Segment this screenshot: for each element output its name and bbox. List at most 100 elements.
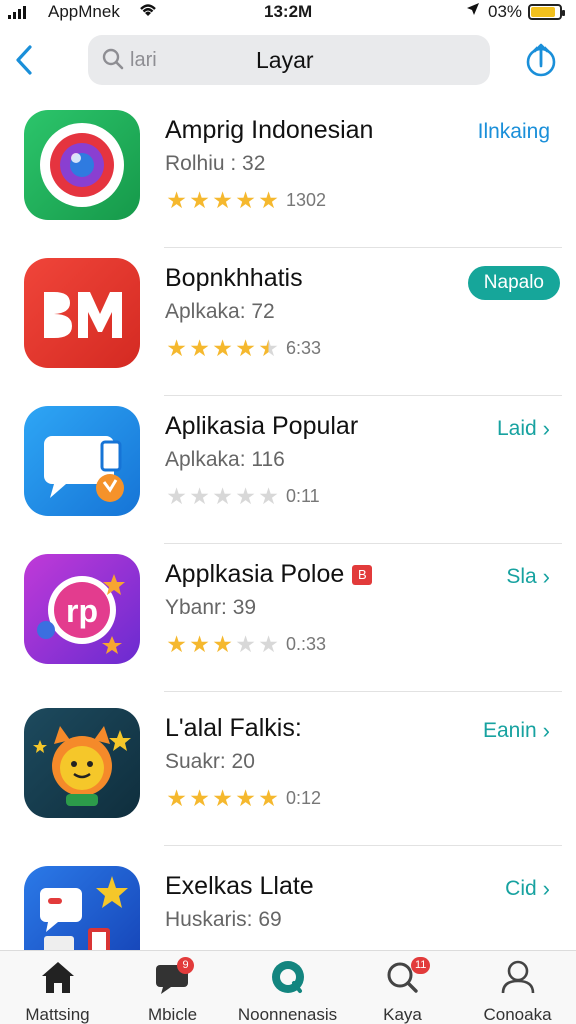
app-name: L'alal Falkis: — [165, 714, 302, 742]
star-icon: ★ — [166, 631, 187, 657]
list-item[interactable]: Bopnkhhatis Aplkaka: 72 ★ ★ ★ ★ ★ 6:33 Napalo — [0, 248, 576, 396]
list-item[interactable]: Amprig Indonesian Rolhiu : 32 ★ ★ ★ ★ ★ 1302 … — [0, 100, 576, 248]
tab-discover[interactable]: Noonnenasis — [230, 959, 345, 1024]
rating-stars: ★ ★ ★ ★ ★ 0:11 — [165, 484, 320, 508]
rp-badge-icon: rp — [24, 554, 140, 664]
notification-badge: 11 — [411, 957, 431, 974]
tab-label: Noonnenasis — [237, 1005, 338, 1024]
tab-search[interactable]: 11 Kaya — [345, 957, 460, 1024]
action-label: Napalo — [483, 272, 544, 293]
share-button[interactable] — [522, 40, 560, 80]
rating-stars: ★ ★ ★ ★ ★ 1302 — [165, 188, 326, 212]
list-item[interactable]: L'alal Falkis: Suakr: 20 ★ ★ ★ ★ ★ 0:12 Eanin… — [0, 698, 576, 846]
share-icon — [526, 42, 556, 77]
review-count: 6:33 — [286, 337, 322, 358]
app-name: Exelkas Llate — [165, 872, 314, 900]
status-bar: AppMnek 13:2M 03% — [0, 0, 576, 26]
star-icon: ★ — [166, 785, 187, 811]
star-icon: ★ — [258, 483, 279, 509]
action-label: Cid — [505, 877, 537, 900]
notification-badge: 9 — [177, 957, 194, 974]
tab-messages[interactable]: 9 Mbicle — [115, 957, 230, 1024]
rating-stars: ★ ★ ★ ★ ★ 0.:33 — [165, 632, 326, 656]
star-icon: ★ — [258, 335, 279, 361]
open-link[interactable]: Cid › — [505, 876, 550, 902]
chevron-right-icon: › — [542, 876, 550, 901]
star-icon: ★ — [235, 483, 256, 509]
list-item[interactable]: Aplikasia Popular Aplkaka: 116 ★ ★ ★ ★ ★ 0:11… — [0, 396, 576, 544]
home-icon — [0, 959, 115, 997]
list-item[interactable]: rp Applkasia Poloe B Ybanr: 39 ★ ★ ★ ★ ★ 0.:33… — [0, 544, 576, 692]
app-name: Applkasia Poloe B — [165, 560, 373, 589]
app-subtitle: Ybanr: 39 — [165, 596, 257, 619]
review-count: 0.:33 — [286, 633, 327, 654]
star-icon: ★ — [189, 483, 210, 509]
action-label: Laid — [496, 417, 537, 440]
star-icon: ★ — [166, 483, 187, 509]
back-button[interactable] — [10, 42, 40, 78]
star-icon: ★ — [189, 631, 210, 657]
bm-logo-icon — [24, 258, 140, 368]
app-subtitle: Huskaris: 69 — [165, 908, 282, 931]
tab-label: Mbicle — [147, 1005, 198, 1024]
open-link[interactable]: Sla › — [506, 564, 550, 590]
star-icon: ★ — [212, 785, 233, 811]
search-placeholder: lari — [130, 49, 157, 71]
tab-bar: Mattsing 9 Mbicle Noonnenasis 11 Kaya Co… — [0, 950, 576, 1024]
svg-text:rp: rp — [66, 593, 98, 629]
star-icon: ★ — [189, 187, 210, 213]
star-icon: ★ — [212, 483, 233, 509]
star-icon: ★ — [189, 785, 210, 811]
open-link[interactable]: Eanin › — [483, 718, 550, 744]
review-count: 0:11 — [286, 485, 320, 506]
divider — [164, 845, 562, 846]
action-label: Sla — [506, 565, 537, 588]
chat-window-icon — [24, 406, 140, 516]
signal-icon — [8, 5, 26, 19]
chevron-right-icon: › — [542, 416, 550, 441]
install-button[interactable]: Ilnkaing — [478, 120, 550, 144]
star-icon: ★ — [212, 631, 233, 657]
app-name: Bopnkhhatis — [165, 264, 303, 292]
app-name-text: Applkasia Poloe — [165, 560, 345, 588]
profile-icon — [460, 959, 575, 997]
wifi-icon — [138, 2, 158, 22]
app-subtitle: Aplkaka: 116 — [165, 448, 285, 471]
camera-lens-icon — [24, 110, 140, 220]
star-icon: ★ — [235, 335, 256, 361]
review-count: 0:12 — [286, 787, 322, 808]
cartoon-cat-icon — [24, 708, 140, 818]
carrier-label: AppMnek — [48, 2, 120, 21]
action-label: Ilnkaing — [477, 120, 550, 143]
devices-star-icon — [24, 866, 140, 962]
app-tag: B — [352, 565, 373, 585]
clock: 13:2M — [264, 2, 313, 21]
battery-icon — [528, 4, 565, 20]
list-item[interactable]: Exelkas Llate Huskaris: 69 Cid › — [0, 856, 576, 962]
chat-bubble-icon: 9 — [115, 957, 230, 997]
get-button[interactable]: Napalo — [467, 266, 560, 300]
battery-percent: 03% — [488, 2, 523, 21]
search-icon: 11 — [345, 957, 460, 997]
search-bar[interactable]: lari Layar — [88, 35, 490, 85]
star-icon: ★ — [258, 631, 279, 657]
open-link[interactable]: Laid › — [497, 416, 550, 442]
tab-home[interactable]: Mattsing — [0, 959, 115, 1024]
star-icon: ★ — [235, 187, 256, 213]
app-subtitle: Rolhiu : 32 — [165, 152, 266, 175]
star-icon: ★ — [258, 785, 279, 811]
tab-label: Kaya — [383, 1005, 422, 1024]
app-name: Amprig Indonesian — [165, 116, 374, 144]
tab-label: Conoaka — [483, 1005, 552, 1024]
app-name: Aplikasia Popular — [165, 412, 359, 440]
location-arrow-icon — [466, 2, 480, 19]
tab-profile[interactable]: Conoaka — [460, 959, 575, 1024]
chevron-left-icon — [16, 45, 32, 75]
star-icon: ★ — [166, 335, 187, 361]
tab-label: Mattsing — [25, 1005, 90, 1024]
review-count: 1302 — [286, 189, 327, 210]
divider — [164, 691, 562, 692]
app-subtitle: Suakr: 20 — [165, 750, 255, 773]
star-icon: ★ — [235, 785, 256, 811]
chevron-right-icon: › — [542, 718, 550, 743]
